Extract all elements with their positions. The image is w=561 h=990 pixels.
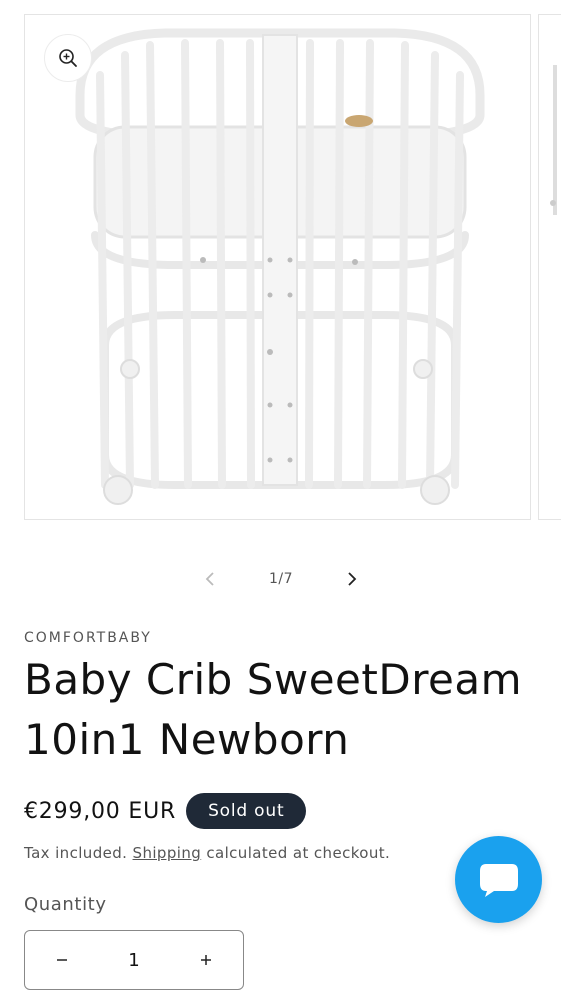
quantity-value[interactable]: 1 — [128, 950, 139, 971]
minus-icon[interactable] — [55, 953, 69, 967]
slide-counter: 1/7 — [268, 571, 294, 587]
price-row: €299,00 EUR Sold out — [24, 792, 307, 830]
chat-bubble-icon — [479, 863, 518, 897]
crib-image — [75, 28, 485, 505]
tax-suffix: calculated at checkout. — [206, 844, 391, 862]
quantity-stepper[interactable]: 1 — [24, 930, 244, 990]
product-title: Baby Crib SweetDream 10in1 Newborn — [24, 655, 523, 764]
plus-icon[interactable] — [199, 953, 213, 967]
tax-prefix: Tax included. — [24, 844, 128, 862]
product-price: €299,00 EUR — [24, 798, 177, 824]
next-image-thumbnail — [550, 65, 557, 215]
next-slide-button[interactable] — [337, 564, 367, 594]
next-image-peek[interactable] — [538, 14, 561, 520]
quantity-label: Quantity — [24, 894, 107, 915]
chat-widget-button[interactable] — [455, 836, 542, 923]
shipping-link[interactable]: Shipping — [133, 844, 202, 862]
slider-navigation: 1/7 — [195, 564, 367, 594]
tax-note: Tax included. Shipping calculated at che… — [24, 844, 390, 862]
chevron-right-icon — [348, 572, 357, 586]
product-vendor: COMFORTBABY — [24, 630, 152, 646]
chevron-left-icon — [205, 572, 214, 586]
sold-out-badge: Sold out — [186, 793, 307, 829]
zoom-in-icon — [59, 49, 77, 67]
product-image-slide[interactable] — [24, 14, 531, 520]
previous-slide-button[interactable] — [195, 564, 225, 594]
zoom-button[interactable] — [44, 34, 92, 82]
